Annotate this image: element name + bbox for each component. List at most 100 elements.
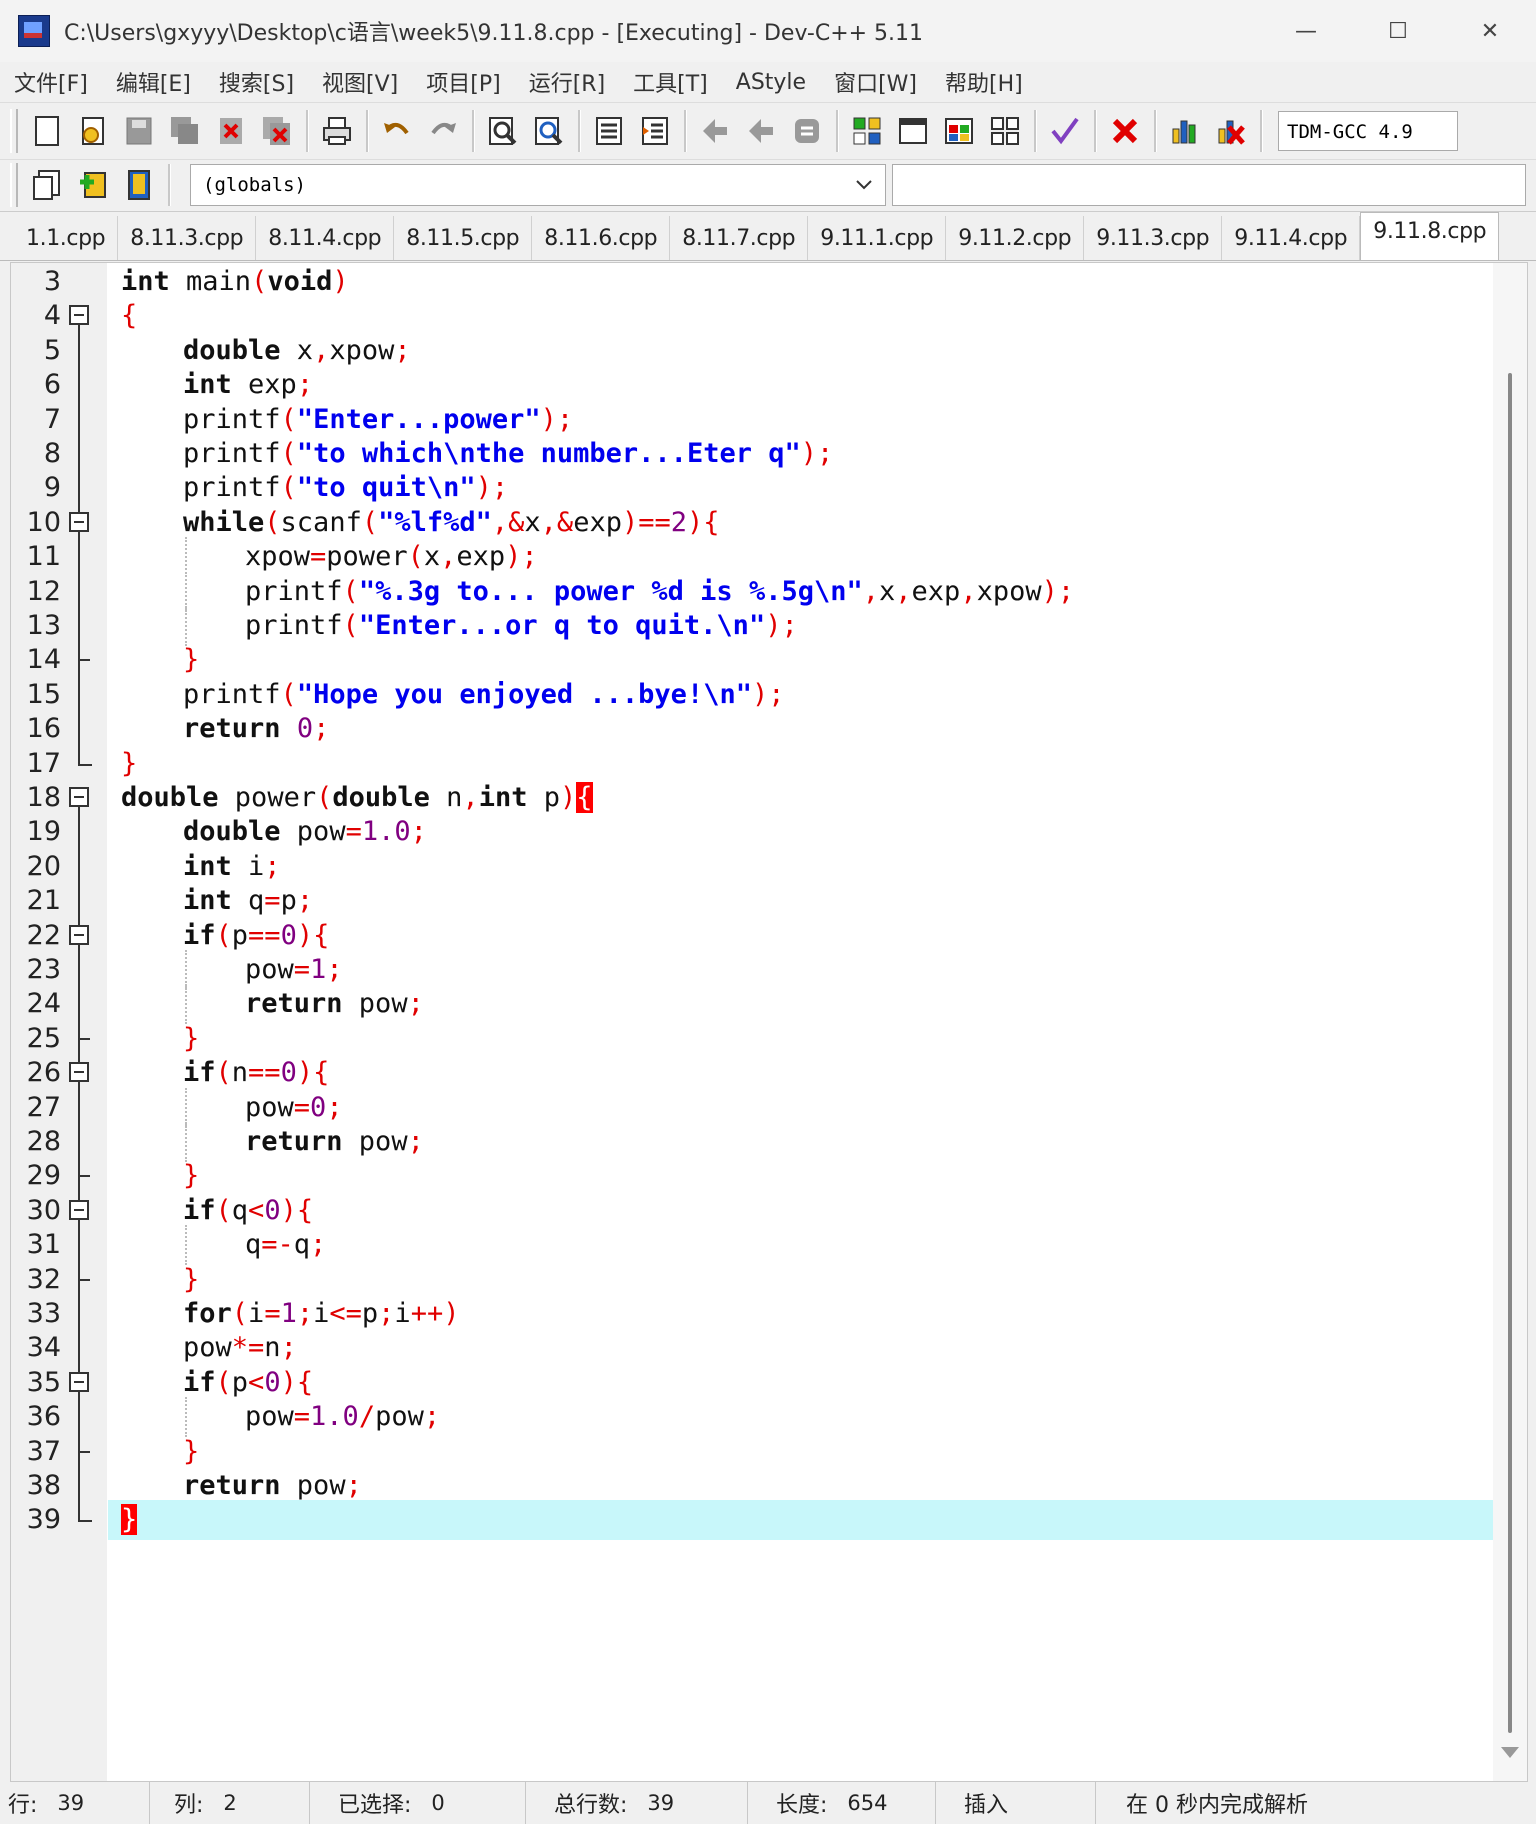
prev-page-button[interactable]: [695, 111, 735, 151]
code-token: }: [121, 1504, 138, 1536]
code-token: q: [231, 885, 265, 917]
compiler-select[interactable]: TDM-GCC 4.9: [1278, 111, 1458, 151]
rebuild-button[interactable]: [985, 111, 1025, 151]
replace-button[interactable]: [529, 111, 569, 151]
menu-file[interactable]: 文件[F]: [0, 66, 102, 98]
menu-project[interactable]: 项目[P]: [412, 66, 514, 98]
tab-9-11-3-cpp[interactable]: 9.11.3.cpp: [1084, 216, 1223, 260]
function-select[interactable]: [892, 164, 1526, 206]
tab-9-11-1-cpp[interactable]: 9.11.1.cpp: [808, 216, 947, 260]
scope-select[interactable]: (globals): [190, 164, 886, 206]
tab-9-11-4-cpp[interactable]: 9.11.4.cpp: [1222, 216, 1361, 260]
code-token: =: [264, 885, 281, 917]
syntax-check-button[interactable]: [1045, 111, 1085, 151]
toolbar-separator: [578, 110, 580, 152]
code-token: );: [1041, 575, 1075, 607]
code-token: ;: [326, 954, 343, 985]
new-file-button[interactable]: [27, 111, 67, 151]
code-token: (: [407, 541, 424, 573]
menu-view[interactable]: 视图[V]: [308, 66, 412, 98]
tab-8-11-5-cpp[interactable]: 8.11.5.cpp: [394, 216, 533, 260]
code-line[interactable]: 39}: [11, 1500, 1493, 1541]
code-token: (: [280, 678, 297, 710]
code-token: p: [231, 919, 249, 951]
code-token: p: [361, 1298, 379, 1329]
fold-line-icon: [69, 1500, 92, 1540]
next-page-button[interactable]: [741, 111, 781, 151]
code-token: ){: [687, 506, 720, 538]
scrollbar-thumb[interactable]: [1508, 373, 1512, 1733]
redo-button[interactable]: [423, 111, 463, 151]
code-token: <: [248, 1366, 265, 1398]
code-token: ){: [296, 1057, 330, 1089]
bookmark-button[interactable]: [787, 111, 827, 151]
scroll-down-arrow-icon[interactable]: [1501, 1747, 1519, 1758]
code-token: pow: [245, 1091, 294, 1123]
code-token: x: [879, 575, 896, 607]
run-button[interactable]: [893, 111, 933, 151]
toolbar-grip[interactable]: [10, 109, 18, 153]
tab-9-11-8-cpp-active[interactable]: 9.11.8.cpp: [1360, 212, 1500, 260]
tab-8-11-7-cpp[interactable]: 8.11.7.cpp: [670, 216, 809, 260]
code-token: (: [361, 506, 379, 538]
open-file-button[interactable]: [73, 111, 113, 151]
code-area[interactable]: 3 int main(void) 4{5 double x,xpow; 6 int exp…: [11, 263, 1493, 1781]
code-token: pow: [245, 954, 294, 985]
tab-8-11-6-cpp[interactable]: 8.11.6.cpp: [532, 216, 671, 260]
tab-9-11-2-cpp[interactable]: 9.11.2.cpp: [946, 216, 1085, 260]
menu-astyle[interactable]: AStyle: [722, 70, 820, 95]
stop-execution-button[interactable]: [1105, 111, 1145, 151]
code-token: pow: [342, 1126, 408, 1157]
close-all-button[interactable]: [257, 111, 297, 151]
profile-button[interactable]: [1165, 111, 1205, 151]
compile-button[interactable]: [847, 111, 887, 151]
toolbar-separator: [472, 110, 474, 152]
maximize-button[interactable]: ☐: [1352, 0, 1444, 62]
save-all-button[interactable]: [165, 111, 205, 151]
save-button[interactable]: [119, 111, 159, 151]
code-token: n: [429, 782, 463, 813]
chart-bars-icon: [1172, 120, 1196, 144]
code-token: =: [310, 541, 327, 573]
bookmark-icon: [795, 119, 819, 143]
menu-search[interactable]: 搜索[S]: [205, 66, 308, 98]
minimize-button[interactable]: —: [1260, 0, 1352, 62]
compile-run-button[interactable]: [939, 111, 979, 151]
new-project-button[interactable]: [27, 165, 67, 205]
delete-profile-button[interactable]: [1211, 111, 1251, 151]
unindent-button[interactable]: [635, 111, 675, 151]
undo-button[interactable]: [377, 111, 417, 151]
indent-button[interactable]: [589, 111, 629, 151]
current-line-highlight: [108, 1500, 1493, 1541]
code-editor[interactable]: 3 int main(void) 4{5 double x,xpow; 6 int exp…: [10, 262, 1528, 1782]
code-token: ): [332, 266, 349, 297]
delete-profile-icon: [1218, 120, 1245, 145]
menu-help[interactable]: 帮助[H]: [931, 66, 1037, 98]
close-file-button[interactable]: [211, 111, 251, 151]
code-token: <: [248, 1194, 265, 1226]
vertical-scrollbar[interactable]: [1493, 263, 1527, 1781]
code-token: ){: [280, 1366, 314, 1398]
menu-edit[interactable]: 编辑[E]: [102, 66, 205, 98]
code-token: printf: [183, 438, 281, 469]
status-col-value: 2: [223, 1791, 237, 1815]
code-text[interactable]: }: [121, 1500, 138, 1540]
tab-8-11-3-cpp[interactable]: 8.11.3.cpp: [118, 216, 257, 260]
project-options-button[interactable]: [119, 165, 159, 205]
menu-run[interactable]: 运行[R]: [515, 66, 619, 98]
tab-1-1-cpp[interactable]: 1.1.cpp: [14, 216, 119, 260]
replace-icon: [535, 117, 563, 145]
menu-window[interactable]: 窗口[W]: [820, 66, 931, 98]
add-to-project-button[interactable]: [73, 165, 113, 205]
find-button[interactable]: [483, 111, 523, 151]
code-token: =: [293, 1091, 311, 1123]
check-icon: [1051, 117, 1079, 145]
window-controls: — ☐ ✕: [1260, 0, 1536, 62]
print-button[interactable]: [317, 111, 357, 151]
code-token: q: [293, 1229, 311, 1261]
toolbar-grip[interactable]: [10, 163, 18, 207]
close-button[interactable]: ✕: [1444, 0, 1536, 62]
tab-8-11-4-cpp[interactable]: 8.11.4.cpp: [256, 216, 395, 260]
menu-tools[interactable]: 工具[T]: [619, 66, 722, 98]
